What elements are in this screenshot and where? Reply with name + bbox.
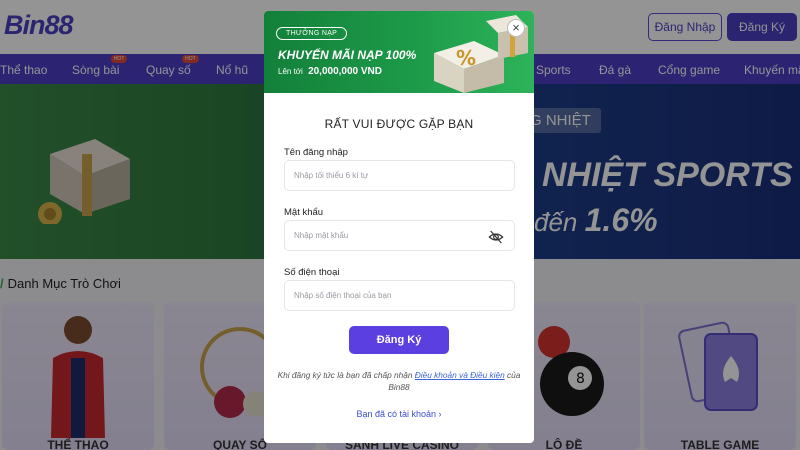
svg-text:%: % <box>456 46 476 70</box>
eye-off-icon[interactable] <box>488 229 504 245</box>
username-label: Tên đăng nhập <box>284 147 348 158</box>
modal-promo-banner: THƯỞNG NẠP KHUYẾN MÃI NẠP 100% Lên tới 2… <box>264 11 534 93</box>
modal-heading: RẤT VUI ĐƯỢC GẶP BẠN <box>324 117 474 131</box>
phone-input[interactable]: Nhập số điện thoại của bạn <box>284 280 515 311</box>
register-modal: THƯỞNG NẠP KHUYẾN MÃI NẠP 100% Lên tới 2… <box>264 11 534 443</box>
promo-title: KHUYẾN MÃI NẠP 100% <box>278 48 417 62</box>
terms-text: Khi đăng ký tức là bạn đã chấp nhận Điều… <box>277 370 521 392</box>
have-account-link[interactable]: Bạn đã có tài khoản › <box>264 409 534 419</box>
password-label: Mật khẩu <box>284 207 324 218</box>
promo-pill: THƯỞNG NẠP <box>276 27 348 40</box>
password-input[interactable]: Nhập mật khẩu <box>284 220 515 251</box>
chevron-right-icon: › <box>438 409 442 419</box>
promo-subtitle: Lên tới 20,000,000 VND <box>278 66 383 77</box>
submit-register-button[interactable]: Đăng Ký <box>349 326 449 354</box>
terms-link[interactable]: Điều khoản và Điều kiện <box>415 370 505 380</box>
phone-placeholder: Nhập số điện thoại của bạn <box>294 291 392 300</box>
phone-label: Số điện thoại <box>284 267 340 278</box>
username-placeholder: Nhập tối thiểu 6 kí tự <box>294 171 369 180</box>
username-input[interactable]: Nhập tối thiểu 6 kí tự <box>284 160 515 191</box>
password-placeholder: Nhập mật khẩu <box>294 231 349 240</box>
close-button[interactable]: × <box>507 19 525 37</box>
